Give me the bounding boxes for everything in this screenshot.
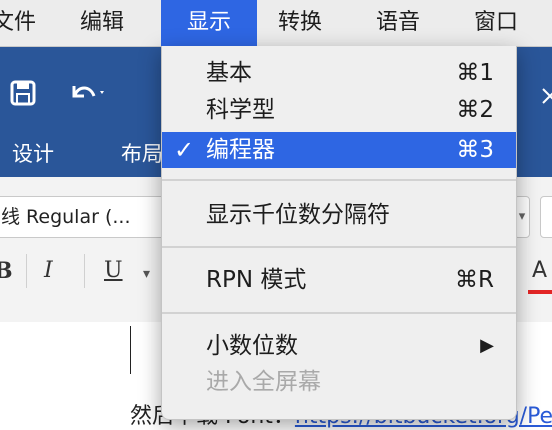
menu-view[interactable]: 显示 (161, 0, 257, 46)
ribbon-tab-design[interactable]: 设计 (12, 138, 54, 168)
menu-item-shortcut: ⌘2 (456, 97, 494, 123)
font-name-field[interactable]: 线 Regular (... (0, 196, 172, 238)
menu-bar: 文件 编辑 显示 转换 语音 窗口 (0, 0, 552, 47)
style-dropdown[interactable] (540, 196, 552, 238)
menu-item-label: 显示千位数分隔符 (206, 202, 390, 228)
save-icon[interactable] (10, 80, 36, 113)
menu-separator (162, 179, 516, 181)
menu-separator (162, 312, 516, 314)
menu-item-label: 编程器 (206, 137, 275, 163)
font-color-swatch (528, 290, 552, 294)
menu-separator (162, 246, 516, 248)
menu-item-scientific[interactable]: 科学型 ⌘2 (162, 92, 516, 128)
underline-options-chevron-icon[interactable]: ▾ (143, 266, 150, 282)
menu-item-label: 进入全屏幕 (206, 369, 321, 395)
font-color-button[interactable]: A (532, 258, 547, 283)
view-menu-dropdown: 基本 ⌘1 科学型 ⌘2 ✓ 编程器 ⌘3 显示千位数分隔符 RPN 模式 ⌘R… (161, 46, 517, 420)
menu-item-shortcut: ⌘3 (456, 137, 494, 163)
submenu-arrow-icon: ▶ (480, 335, 494, 356)
menu-item-shortcut: ⌘R (455, 267, 494, 293)
chevron-down-icon: ▾ (518, 209, 526, 224)
menu-item-thousands-separator[interactable]: 显示千位数分隔符 (162, 197, 516, 233)
document-margin-line (130, 326, 131, 374)
menu-item-basic[interactable]: 基本 ⌘1 (162, 55, 516, 91)
undo-icon[interactable] (68, 80, 108, 113)
toolbar-divider (26, 254, 27, 288)
menu-file[interactable]: 文件 (0, 0, 36, 46)
italic-button[interactable]: I (44, 258, 53, 283)
menu-edit[interactable]: 编辑 (80, 0, 124, 46)
underline-button[interactable]: U (104, 258, 123, 283)
menu-item-rpn-mode[interactable]: RPN 模式 ⌘R (162, 262, 516, 298)
menu-item-shortcut: ⌘1 (456, 60, 494, 86)
ribbon-overflow-icon (540, 86, 552, 112)
checkmark-icon: ✓ (174, 136, 195, 164)
menu-item-label: 小数位数 (206, 333, 298, 359)
menu-item-label: 基本 (206, 60, 252, 86)
menu-item-decimal-places[interactable]: 小数位数 ▶ (162, 328, 516, 364)
menu-convert[interactable]: 转换 (278, 0, 322, 46)
menu-item-programmer[interactable]: ✓ 编程器 ⌘3 (162, 132, 516, 168)
menu-window[interactable]: 窗口 (474, 0, 518, 46)
menu-item-enter-fullscreen: 进入全屏幕 (162, 364, 516, 400)
menu-speech[interactable]: 语音 (376, 0, 420, 46)
menu-item-label: RPN 模式 (206, 267, 307, 293)
menu-item-label: 科学型 (206, 97, 275, 123)
toolbar-divider (84, 254, 85, 288)
bold-button[interactable]: B (0, 258, 13, 284)
ribbon-tab-layout[interactable]: 布局 (121, 138, 163, 168)
